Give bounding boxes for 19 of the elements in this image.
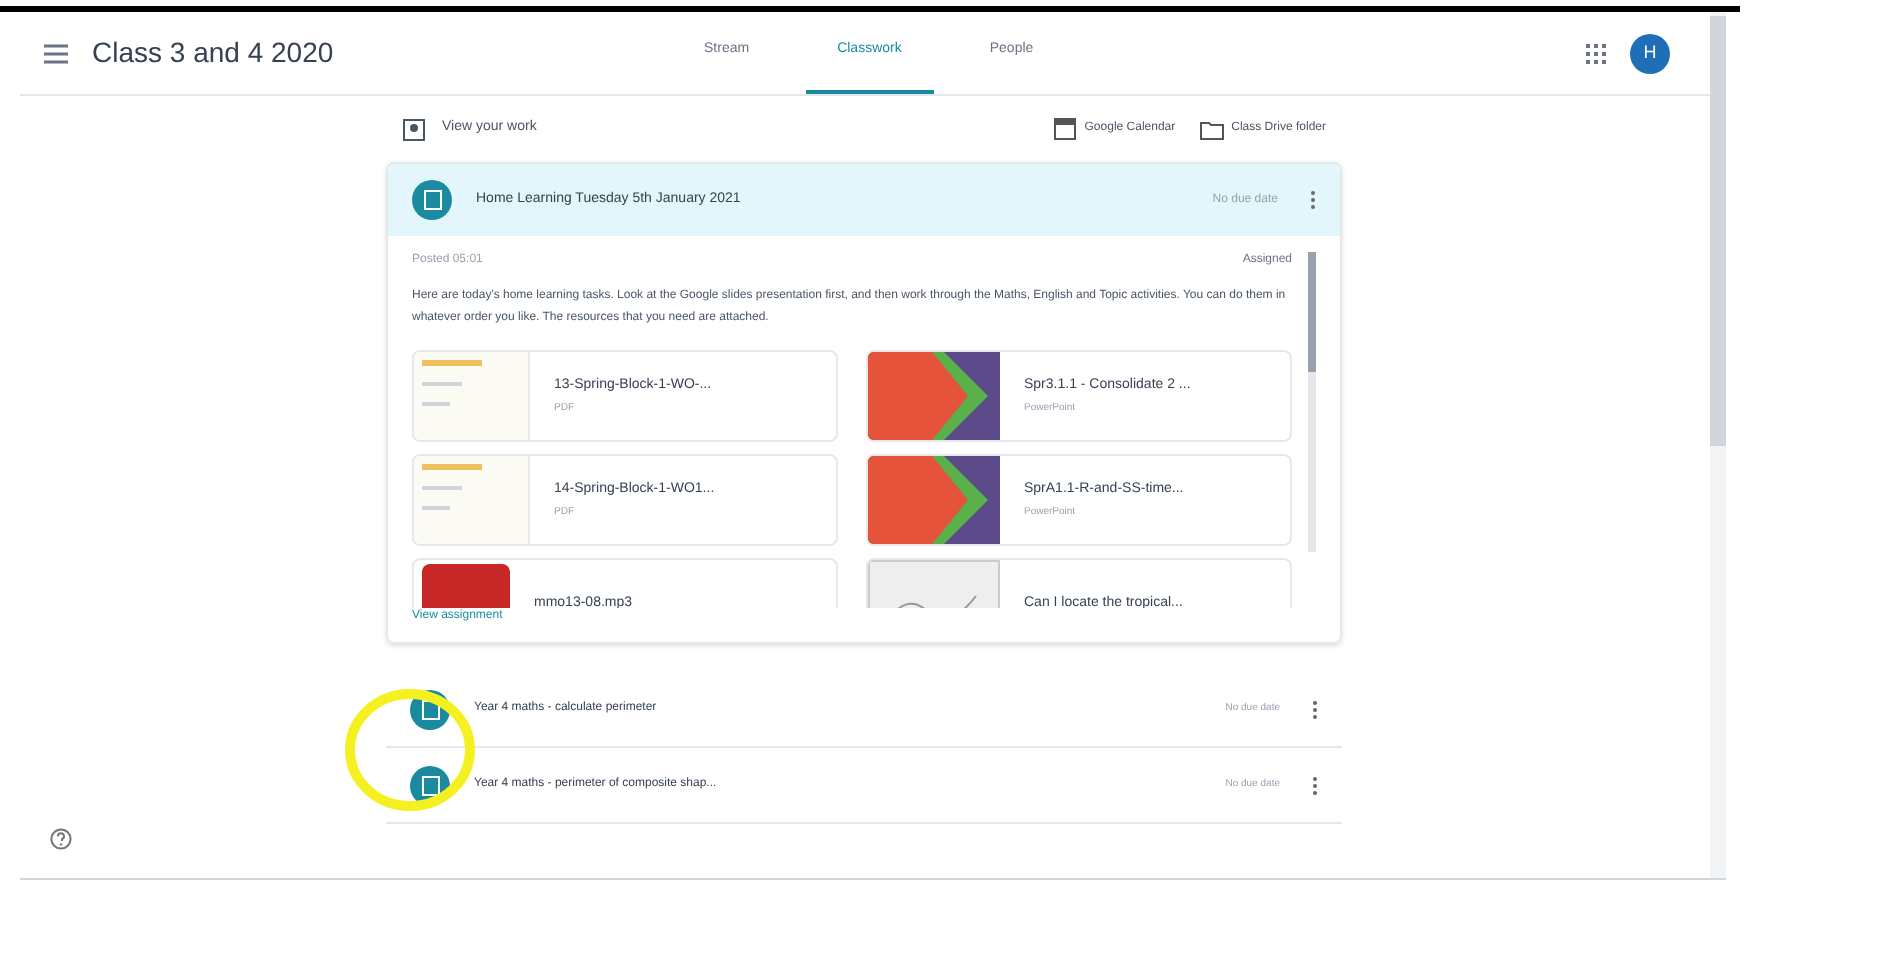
page-scrollbar[interactable] <box>1710 12 1726 878</box>
class-title: Class 3 and 4 2020 <box>92 34 336 72</box>
help-icon[interactable] <box>50 828 72 850</box>
menu-icon[interactable] <box>44 43 68 63</box>
more-options-icon[interactable] <box>1312 775 1318 795</box>
calendar-icon <box>1054 118 1077 140</box>
more-options-icon[interactable] <box>1312 699 1318 719</box>
folder-icon <box>1199 119 1224 139</box>
highlight-circle <box>344 688 476 812</box>
document-thumbnail <box>414 456 530 544</box>
scrollbar[interactable] <box>1308 252 1316 552</box>
person-card-icon <box>402 117 426 141</box>
document-thumbnail <box>414 352 530 440</box>
more-options-icon[interactable] <box>1310 190 1316 210</box>
avatar[interactable]: H <box>1630 33 1670 73</box>
slide-thumbnail <box>868 352 1000 440</box>
apps-grid-icon[interactable] <box>1586 43 1606 63</box>
slide-thumbnail <box>868 456 1000 544</box>
assignment-icon <box>412 180 452 220</box>
